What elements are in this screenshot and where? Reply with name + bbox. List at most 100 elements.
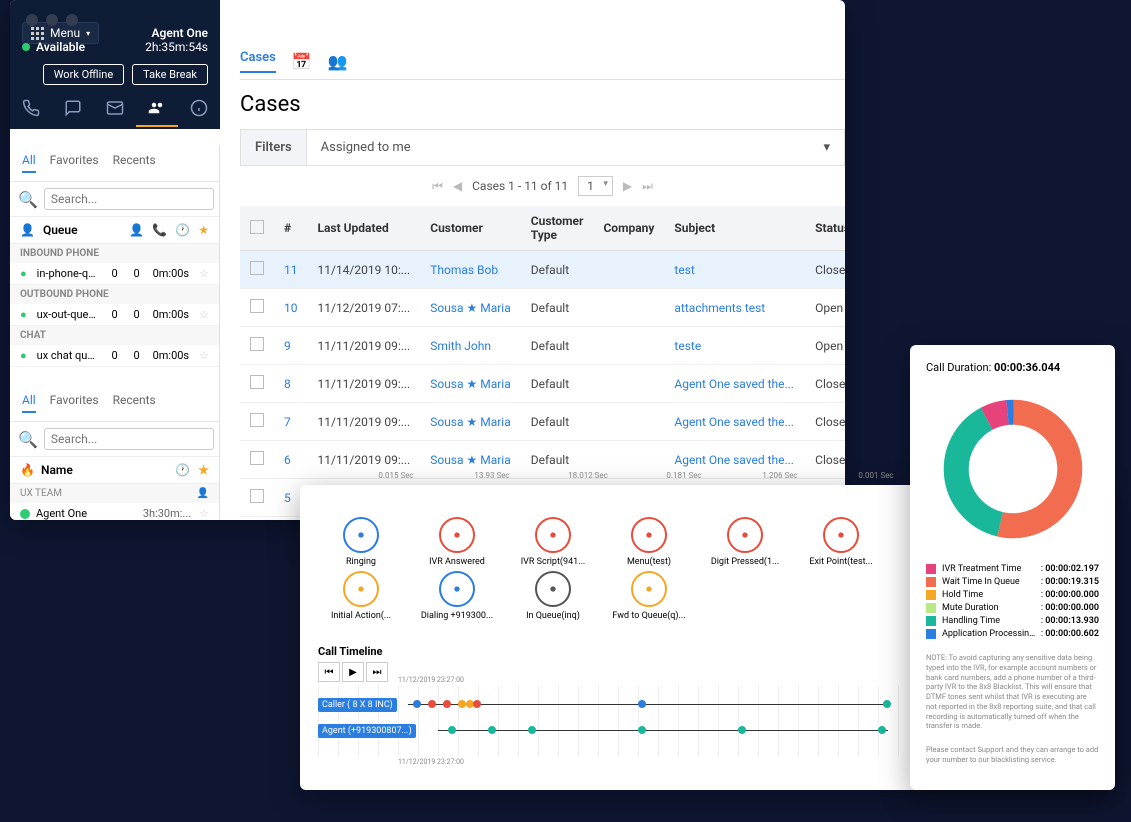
table-row[interactable]: 11 11/14/2019 10:... Thomas Bob Default …	[240, 251, 845, 289]
mail-tab-icon[interactable]	[94, 91, 136, 127]
row-checkbox[interactable]	[250, 451, 264, 465]
page-last-icon[interactable]: ⏭	[642, 179, 653, 194]
tab-favorites[interactable]: Favorites	[50, 153, 99, 173]
star-icon[interactable]: ☆	[199, 308, 209, 321]
search-input[interactable]	[44, 188, 214, 210]
subject-link[interactable]: test	[664, 251, 805, 289]
column-header[interactable]: Last Updated	[308, 206, 421, 251]
star-icon[interactable]: ☆	[199, 349, 209, 362]
flow-node[interactable]: Exit Point(test... 0.001 Sec	[798, 517, 884, 567]
subject-link[interactable]: teste	[664, 327, 805, 365]
column-header[interactable]: Status	[805, 206, 845, 251]
page-prev-icon[interactable]: ◀	[453, 179, 462, 193]
table-row[interactable]: 8 11/11/2019 09:... Sousa ★ Maria Defaul…	[240, 365, 845, 403]
column-header[interactable]: Company	[593, 206, 664, 251]
flow-node[interactable]: IVR Script(941... 18.012 Sec	[510, 517, 596, 567]
traffic-light-dot[interactable]	[66, 14, 78, 26]
page-select[interactable]: 1	[578, 176, 613, 196]
tl-play-button[interactable]: ▶	[342, 662, 364, 682]
traffic-light-dot[interactable]	[46, 14, 58, 26]
subject-link[interactable]: attachments test	[664, 289, 805, 327]
case-number[interactable]: 7	[274, 403, 308, 441]
traffic-light-dot[interactable]	[26, 14, 38, 26]
timeline-dot[interactable]	[878, 726, 886, 734]
row-checkbox[interactable]	[250, 489, 264, 503]
page-first-icon[interactable]: ⏮	[432, 179, 443, 194]
search-input[interactable]	[44, 428, 214, 450]
tab-all[interactable]: All	[22, 153, 36, 173]
flow-node[interactable]: Menu(test) 0.181 Sec	[606, 517, 692, 567]
phone-icon[interactable]: 📞	[152, 223, 167, 237]
column-header[interactable]: #	[274, 206, 308, 251]
customer-link[interactable]: Thomas Bob	[420, 251, 521, 289]
agent-row[interactable]: Agent One 3h:30m:... ☆	[10, 503, 219, 520]
star-icon[interactable]: ☆	[199, 267, 209, 280]
user-icon[interactable]: 👤	[129, 223, 144, 237]
case-number[interactable]: 10	[274, 289, 308, 327]
star-icon[interactable]: ★	[198, 463, 209, 477]
column-header[interactable]: Customer Type	[521, 206, 594, 251]
customer-link[interactable]: Smith John	[420, 327, 521, 365]
contacts-tab-icon[interactable]	[136, 91, 178, 127]
tab-all[interactable]: All	[22, 393, 36, 413]
flow-node[interactable]: Digit Pressed(1... 1.206 Sec	[702, 517, 788, 567]
case-number[interactable]: 11	[274, 251, 308, 289]
case-number[interactable]: 9	[274, 327, 308, 365]
phone-tab-icon[interactable]	[10, 91, 52, 127]
tl-first-button[interactable]: ⏮	[318, 662, 340, 682]
clock-icon[interactable]: 🕐	[175, 463, 190, 477]
tab-favorites[interactable]: Favorites	[50, 393, 99, 413]
table-row[interactable]: 7 11/11/2019 09:... Sousa ★ Maria Defaul…	[240, 403, 845, 441]
tab-cases[interactable]: Cases	[240, 50, 276, 73]
flow-node[interactable]: Dialing +919300...	[414, 571, 500, 621]
work-offline-button[interactable]: Work Offline	[43, 64, 124, 85]
queue-row[interactable]: ● in-phone-que... 0 0 0m:00s ☆	[10, 263, 219, 285]
flow-node[interactable]: IVR Answered 13.93 Sec	[414, 517, 500, 567]
timeline-dot[interactable]	[443, 700, 451, 708]
customer-link[interactable]: Sousa ★ Maria	[420, 365, 521, 403]
timeline-dot[interactable]	[638, 700, 646, 708]
flow-node[interactable]: Ringing 0.015 Sec	[318, 517, 404, 567]
customer-link[interactable]: Sousa ★ Maria	[420, 289, 521, 327]
star-icon[interactable]: ☆	[199, 507, 209, 520]
flow-node[interactable]: Initial Action(...	[318, 571, 404, 621]
timeline-dot[interactable]	[448, 726, 456, 734]
column-header[interactable]: Customer	[420, 206, 521, 251]
case-number[interactable]: 8	[274, 365, 308, 403]
flow-node[interactable]: In Queue(inq)	[510, 571, 596, 621]
timeline-dot[interactable]	[413, 700, 421, 708]
table-row[interactable]: 9 11/11/2019 09:... Smith John Default t…	[240, 327, 845, 365]
queue-row[interactable]: ● ux-out-queue 0 0 0m:00s ☆	[10, 304, 219, 326]
star-icon[interactable]: ★	[198, 223, 209, 237]
timeline-dot[interactable]	[488, 726, 496, 734]
tab-recents[interactable]: Recents	[113, 153, 156, 173]
column-header[interactable]: Subject	[664, 206, 805, 251]
subject-link[interactable]: Agent One saved the...	[664, 365, 805, 403]
row-checkbox[interactable]	[250, 299, 264, 313]
customer-link[interactable]: Sousa ★ Maria	[420, 403, 521, 441]
timeline-dot[interactable]	[428, 700, 436, 708]
timeline-dot[interactable]	[883, 700, 891, 708]
tab-recents[interactable]: Recents	[113, 393, 156, 413]
calendar-icon[interactable]: 📅	[292, 52, 312, 71]
flow-node[interactable]: Fwd to Queue(q)...	[606, 571, 692, 621]
row-checkbox[interactable]	[250, 413, 264, 427]
timeline-dot[interactable]	[528, 726, 536, 734]
case-number[interactable]: 6	[274, 441, 308, 479]
timeline-dot[interactable]	[473, 700, 481, 708]
page-next-icon[interactable]: ▶	[623, 179, 632, 193]
subject-link[interactable]: Agent One saved the...	[664, 403, 805, 441]
select-all-checkbox[interactable]	[250, 220, 264, 234]
tl-last-button[interactable]: ⏭	[366, 662, 388, 682]
timeline-dot[interactable]	[738, 726, 746, 734]
info-tab-icon[interactable]	[178, 91, 220, 127]
take-break-button[interactable]: Take Break	[132, 64, 208, 85]
table-row[interactable]: 6 11/11/2019 09:... Sousa ★ Maria Defaul…	[240, 441, 845, 479]
table-row[interactable]: 10 11/12/2019 07:... Sousa ★ Maria Defau…	[240, 289, 845, 327]
queue-row[interactable]: ● ux chat queue 0 0 0m:00s ☆	[10, 345, 219, 367]
filter-select[interactable]: Assigned to me ▾	[306, 130, 844, 165]
clock-icon[interactable]: 🕐	[175, 223, 190, 237]
row-checkbox[interactable]	[250, 261, 264, 275]
row-checkbox[interactable]	[250, 375, 264, 389]
chat-tab-icon[interactable]	[52, 91, 94, 127]
